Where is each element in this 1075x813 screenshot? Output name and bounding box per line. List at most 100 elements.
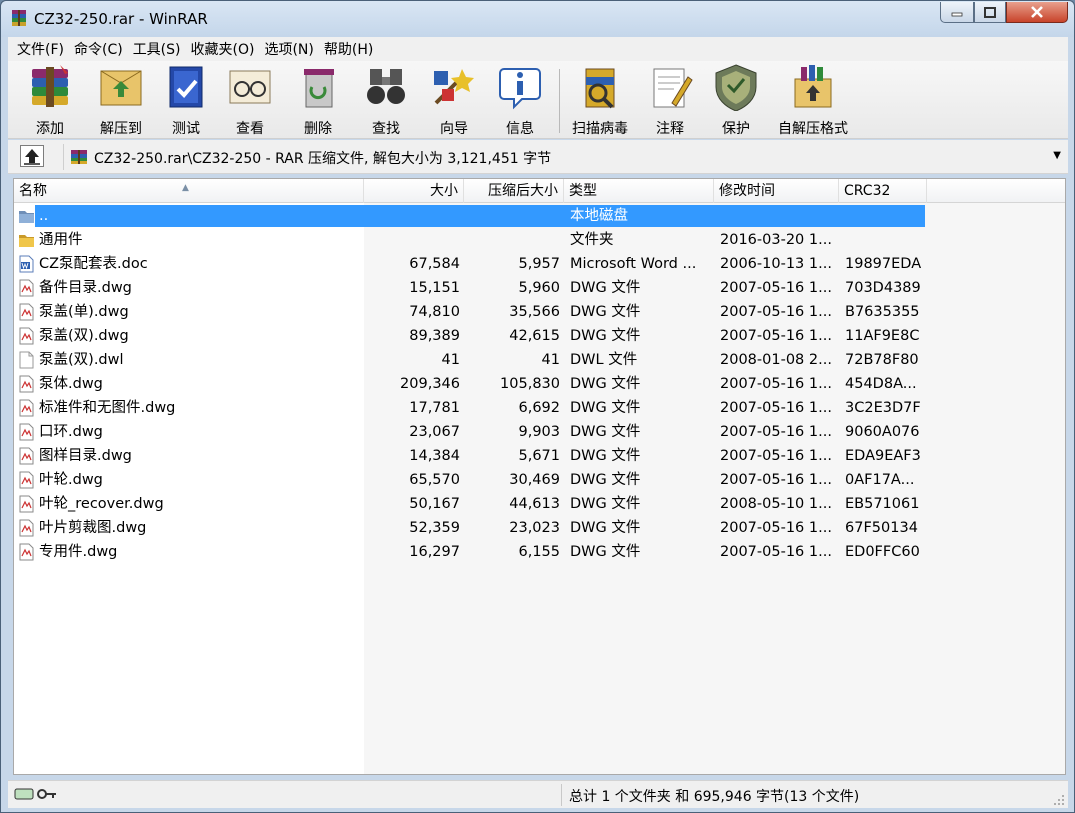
extract-to-button[interactable]: 解压到: [90, 63, 152, 138]
title-bar[interactable]: CZ32-250.rar - WinRAR: [1, 1, 1074, 37]
path-dropdown[interactable]: CZ32-250.rar\CZ32-250 - RAR 压缩文件, 解包大小为 …: [63, 144, 1067, 170]
menu-file[interactable]: 文件(F): [12, 39, 69, 59]
file-type: DWG 文件: [570, 400, 641, 416]
file-row[interactable]: 泵盖(双).dwg 89,389 42,615 DWG 文件 2007-05-16 1.…: [14, 324, 1065, 348]
add-button[interactable]: 添加: [20, 63, 80, 138]
menu-favorites[interactable]: 收藏夹(O): [186, 39, 260, 59]
file-modified: 2007-05-16 1...: [720, 280, 832, 296]
file-crc32: EDA9EAF3: [845, 448, 921, 464]
column-header-packed[interactable]: 压缩后大小: [464, 179, 564, 203]
file-name: 叶轮.dwg: [39, 472, 103, 488]
protect-button[interactable]: 保护: [708, 63, 764, 138]
archive-icon: [71, 150, 87, 164]
resize-grip-icon[interactable]: [1053, 794, 1065, 806]
close-button[interactable]: [1006, 2, 1068, 23]
menu-bar: 文件(F) 命令(C) 工具(S) 收藏夹(O) 选项(N) 帮助(H): [8, 37, 1068, 61]
file-size: 17,781: [409, 400, 460, 416]
dwg-file-icon: [18, 279, 35, 297]
file-type: DWG 文件: [570, 520, 641, 536]
file-row[interactable]: 泵体.dwg 209,346 105,830 DWG 文件 2007-05-16 1..…: [14, 372, 1065, 396]
test-button[interactable]: 测试: [158, 63, 214, 138]
file-name: 叶轮_recover.dwg: [39, 496, 164, 512]
menu-options[interactable]: 选项(N): [259, 39, 318, 59]
window-title: CZ32-250.rar - WinRAR: [34, 10, 208, 28]
sfx-button[interactable]: 自解压格式: [772, 63, 854, 138]
test-icon: [169, 66, 203, 108]
file-modified: 2007-05-16 1...: [720, 400, 832, 416]
file-packed-size: 42,615: [509, 328, 560, 344]
file-name: 专用件.dwg: [39, 544, 118, 560]
file-row[interactable]: 泵盖(双).dwl 41 41 DWL 文件 2008-01-08 2... 72B78F…: [14, 348, 1065, 372]
file-modified: 2007-05-16 1...: [720, 376, 832, 392]
menu-help[interactable]: 帮助(H): [319, 39, 378, 59]
view-icon: [229, 70, 271, 104]
file-row[interactable]: 叶轮_recover.dwg 50,167 44,613 DWG 文件 2008-05-…: [14, 492, 1065, 516]
dwg-file-icon: [18, 495, 35, 513]
file-name: 泵盖(双).dwg: [39, 328, 129, 344]
file-size: 50,167: [409, 496, 460, 512]
arrow-up-icon: [24, 149, 40, 165]
file-row[interactable]: 标准件和无图件.dwg 17,781 6,692 DWG 文件 2007-05-16 1…: [14, 396, 1065, 420]
file-type: DWG 文件: [570, 280, 641, 296]
file-type: 文件夹: [570, 232, 614, 248]
file-crc32: 0AF17A...: [845, 472, 915, 488]
file-row[interactable]: CZ泵配套表.doc 67,584 5,957 Microsoft Word ... 2…: [14, 252, 1065, 276]
file-crc32: 11AF9E8C: [845, 328, 920, 344]
file-modified: 2008-05-10 1...: [720, 496, 832, 512]
file-row[interactable]: 专用件.dwg 16,297 6,155 DWG 文件 2007-05-16 1... E…: [14, 540, 1065, 564]
menu-tools[interactable]: 工具(S): [128, 39, 186, 59]
dwg-file-icon: [18, 327, 35, 345]
maximize-button[interactable]: [974, 2, 1006, 23]
file-row[interactable]: .. 本地磁盘: [14, 204, 1065, 228]
file-crc32: ED0FFC60: [845, 544, 920, 560]
add-archive-icon: [32, 65, 68, 107]
up-one-level-button[interactable]: [20, 145, 44, 167]
file-list[interactable]: 名称 ▲ 大小 压缩后大小 类型 修改时间 CRC32 .. 本地磁盘 通用件 文件夹…: [13, 178, 1066, 775]
column-header-name[interactable]: 名称 ▲: [14, 179, 364, 203]
dropdown-arrow-icon[interactable]: ▼: [1053, 150, 1061, 161]
comment-button[interactable]: 注释: [642, 63, 698, 138]
column-header-size[interactable]: 大小: [364, 179, 464, 203]
file-size: 209,346: [400, 376, 460, 392]
folder-icon: [18, 231, 35, 249]
virus-scan-button[interactable]: 扫描病毒: [566, 63, 634, 138]
file-row[interactable]: 叶轮.dwg 65,570 30,469 DWG 文件 2007-05-16 1... 0…: [14, 468, 1065, 492]
wizard-button[interactable]: 向导: [426, 63, 482, 138]
file-modified: 2007-05-16 1...: [720, 448, 832, 464]
column-header-modified[interactable]: 修改时间: [714, 179, 839, 203]
file-row[interactable]: 图样目录.dwg 14,384 5,671 DWG 文件 2007-05-16 1...…: [14, 444, 1065, 468]
column-header-crc32[interactable]: CRC32: [839, 179, 927, 203]
menu-commands[interactable]: 命令(C): [69, 39, 128, 59]
delete-button[interactable]: 删除: [290, 63, 346, 138]
view-button[interactable]: 查看: [222, 63, 278, 138]
file-crc32: 454D8A...: [845, 376, 917, 392]
file-row[interactable]: 叶片剪裁图.dwg 52,359 23,023 DWG 文件 2007-05-16 1.…: [14, 516, 1065, 540]
file-row[interactable]: 泵盖(单).dwg 74,810 35,566 DWG 文件 2007-05-16 1.…: [14, 300, 1065, 324]
file-name: 标准件和无图件.dwg: [39, 400, 176, 416]
column-header-type[interactable]: 类型: [564, 179, 714, 203]
file-type: DWG 文件: [570, 496, 641, 512]
find-button[interactable]: 查找: [358, 63, 414, 138]
file-name: 叶片剪裁图.dwg: [39, 520, 147, 536]
sort-ascending-icon: ▲: [182, 183, 189, 193]
file-packed-size: 35,566: [509, 304, 560, 320]
info-button[interactable]: 信息: [492, 63, 548, 138]
file-crc32: 19897EDA: [845, 256, 922, 272]
file-crc32: B7635355: [845, 304, 920, 320]
dwg-file-icon: [18, 471, 35, 489]
extract-to-icon: [100, 70, 142, 106]
file-row[interactable]: 口环.dwg 23,067 9,903 DWG 文件 2007-05-16 1... 90…: [14, 420, 1065, 444]
file-packed-size: 5,957: [518, 256, 560, 272]
file-size: 67,584: [409, 256, 460, 272]
file-row[interactable]: 通用件 文件夹 2016-03-20 1...: [14, 228, 1065, 252]
dwg-file-icon: [18, 543, 35, 561]
file-row[interactable]: 备件目录.dwg 15,151 5,960 DWG 文件 2007-05-16 1...…: [14, 276, 1065, 300]
close-icon: [1031, 6, 1043, 18]
info-icon: [499, 68, 541, 110]
file-type: DWG 文件: [570, 304, 641, 320]
drive-key-icon: [14, 788, 56, 800]
file-packed-size: 105,830: [500, 376, 560, 392]
address-bar: CZ32-250.rar\CZ32-250 - RAR 压缩文件, 解包大小为 …: [8, 140, 1068, 174]
minimize-button[interactable]: [940, 2, 974, 23]
file-type: DWG 文件: [570, 376, 641, 392]
